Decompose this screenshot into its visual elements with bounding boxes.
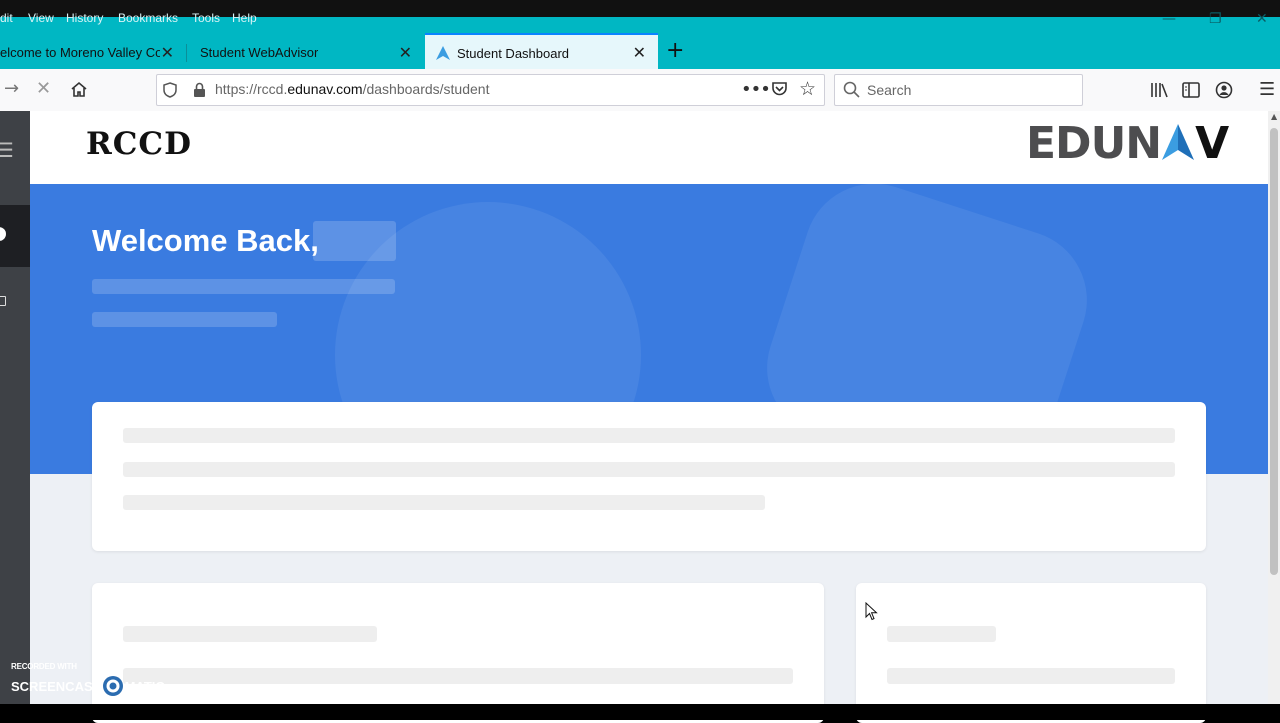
- skeleton-line: [123, 462, 1175, 477]
- edunav-logo-text: EDUN: [1026, 118, 1162, 169]
- watermark-caption: RECORDED WITH: [11, 662, 77, 671]
- loading-card: [92, 583, 824, 723]
- skeleton-line: [887, 626, 996, 642]
- tab-student-webadvisor[interactable]: Student WebAdvisor ✕: [186, 35, 424, 69]
- bookmark-star-icon[interactable]: ☆: [799, 78, 816, 100]
- left-nav-sidebar: [0, 111, 30, 704]
- close-tab-icon[interactable]: ✕: [399, 43, 412, 63]
- scroll-up-arrow-icon[interactable]: ▲: [1271, 112, 1277, 121]
- skeleton-line: [887, 668, 1175, 684]
- stop-loading-icon[interactable]: ✕: [36, 78, 51, 99]
- tab-label: elcome to Moreno Valley Col: [0, 44, 160, 60]
- menu-history[interactable]: History: [66, 11, 103, 25]
- url-prefix: https://rccd.: [215, 81, 288, 97]
- hero-skeleton-line: [92, 279, 395, 294]
- tab-moreno-valley[interactable]: elcome to Moreno Valley Col ✕: [0, 35, 186, 69]
- scrollbar-thumb[interactable]: [1270, 128, 1278, 575]
- account-icon[interactable]: [1215, 81, 1233, 99]
- menu-bookmarks[interactable]: Bookmarks: [118, 11, 178, 25]
- hero-skeleton-line: [92, 312, 277, 327]
- edunav-logo[interactable]: EDUN V: [1026, 118, 1229, 169]
- page-actions-icon[interactable]: •••: [741, 79, 771, 100]
- window-bottom-strip: [0, 704, 1280, 720]
- screencast-watermark: SCREENCAST MATIC: [11, 675, 165, 697]
- loading-card: [92, 402, 1206, 551]
- skeleton-line: [123, 428, 1175, 443]
- welcome-heading: Welcome Back,: [92, 223, 319, 258]
- url-text[interactable]: https://rccd.edunav.com/dashboards/stude…: [215, 81, 489, 97]
- library-icon[interactable]: [1150, 82, 1168, 98]
- url-path: /dashboards/student: [362, 81, 490, 97]
- skeleton-line: [123, 495, 765, 510]
- screencast-logo-icon: [102, 676, 123, 696]
- skeleton-line: [123, 626, 377, 642]
- watermark-left: SCREENCAST: [11, 678, 101, 694]
- close-window-icon[interactable]: ✕: [1256, 11, 1268, 27]
- skeleton-line: [123, 668, 793, 684]
- pocket-icon[interactable]: [771, 81, 788, 97]
- forward-icon[interactable]: →: [4, 78, 19, 99]
- menu-view[interactable]: View: [28, 11, 54, 25]
- close-tab-icon[interactable]: ✕: [161, 43, 174, 63]
- student-name-placeholder: [313, 221, 396, 261]
- url-domain: edunav.com: [287, 81, 363, 97]
- hamburger-menu-icon[interactable]: ☰: [0, 138, 14, 162]
- home-icon[interactable]: [70, 81, 88, 98]
- edunav-logo-text-end: V: [1195, 118, 1229, 169]
- shield-icon[interactable]: [163, 82, 177, 98]
- sidebar-item-icon[interactable]: [0, 296, 6, 306]
- sidebar-toggle-icon[interactable]: [1182, 82, 1200, 98]
- tab-label: Student WebAdvisor: [200, 44, 319, 60]
- minimize-icon[interactable]: —: [1162, 11, 1176, 27]
- rccd-logo[interactable]: RCCD: [86, 126, 192, 162]
- edunav-favicon-icon: [436, 46, 450, 60]
- edunav-logo-a-mark: [1162, 124, 1195, 160]
- restore-icon[interactable]: ❐: [1209, 11, 1222, 27]
- watermark-right: MATIC: [124, 678, 165, 694]
- search-placeholder: Search: [867, 82, 912, 98]
- lock-icon[interactable]: [193, 82, 206, 98]
- menu-tools[interactable]: Tools: [192, 11, 220, 25]
- loading-card: [856, 583, 1206, 723]
- tab-student-dashboard[interactable]: Student Dashboard ✕: [425, 33, 658, 71]
- search-icon: [843, 81, 860, 98]
- close-tab-icon[interactable]: ✕: [633, 43, 646, 63]
- menu-help[interactable]: Help: [232, 11, 257, 25]
- new-tab-icon[interactable]: +: [666, 38, 684, 63]
- menu-edit[interactable]: dit: [0, 11, 13, 25]
- mouse-cursor-icon: [865, 602, 878, 621]
- app-menu-icon[interactable]: ☰: [1259, 79, 1275, 100]
